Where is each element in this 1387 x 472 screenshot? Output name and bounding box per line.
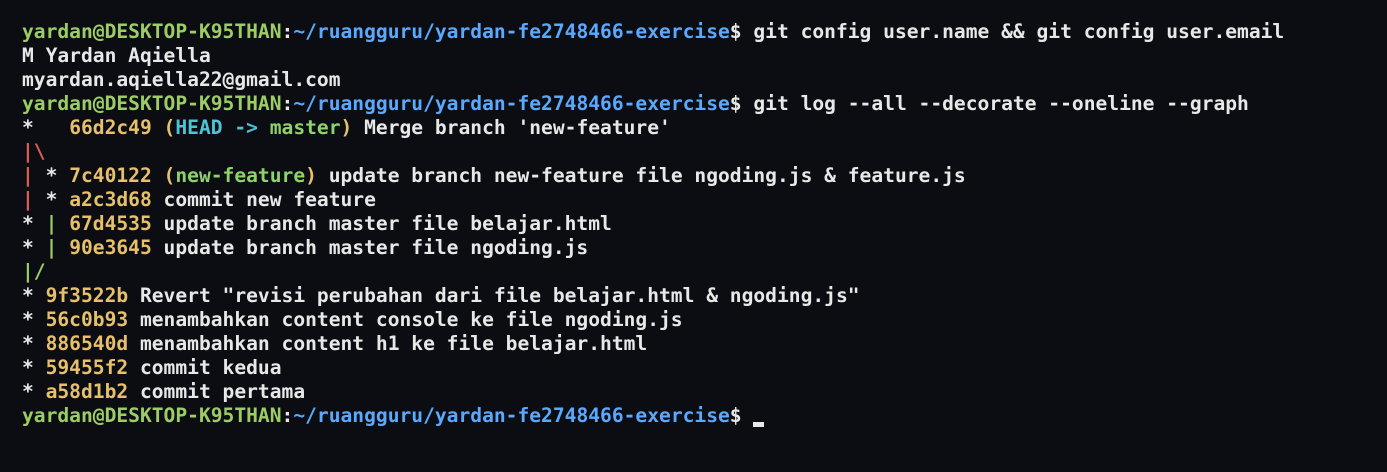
commit-message: commit kedua	[128, 356, 282, 379]
ref-head: HEAD ->	[175, 116, 270, 139]
commit-hash: 9f3522b	[45, 284, 129, 307]
commit-message: update branch new-feature file ngoding.j…	[316, 164, 966, 187]
output-user-name: M Yardan Aqiella	[22, 44, 211, 67]
log-graph: *	[33, 188, 70, 211]
log-line: * | 67d4535 update branch master file be…	[22, 212, 1387, 236]
refs-open: (	[151, 116, 176, 139]
ref-branch: master	[269, 116, 341, 139]
prompt-user-host: yardan@DESKTOP-K95THAN	[22, 404, 282, 427]
prompt-line-3[interactable]: yardan@DESKTOP-K95THAN:~/ruangguru/yarda…	[22, 404, 1387, 428]
commit-hash: 886540d	[45, 332, 129, 355]
log-graph: *	[22, 308, 46, 331]
log-graph: *	[22, 212, 46, 235]
log-line: | * a2c3d68 commit new feature	[22, 188, 1387, 212]
prompt-dollar: $	[729, 92, 742, 115]
prompt-user-host: yardan@DESKTOP-K95THAN	[22, 20, 282, 43]
log-line: * 9f3522b Revert "revisi perubahan dari …	[22, 284, 1387, 308]
refs-close: )	[340, 116, 353, 139]
commit-message: commit pertama	[128, 380, 306, 403]
prompt-path: ~/ruangguru/yardan-fe2748466-exercise	[293, 404, 730, 427]
commit-hash: 66d2c49	[69, 116, 152, 139]
commit-hash: 56c0b93	[45, 308, 129, 331]
prompt-path: ~/ruangguru/yardan-fe2748466-exercise	[293, 20, 730, 43]
log-graph: |/	[22, 260, 46, 283]
log-graph-space	[57, 212, 69, 235]
commit-message: update branch master file belajar.html	[151, 212, 612, 235]
prompt-colon: :	[281, 92, 294, 115]
log-line: * 56c0b93 menambahkan content console ke…	[22, 308, 1387, 332]
log-graph: *	[22, 236, 46, 259]
log-line: * 886540d menambahkan content h1 ke file…	[22, 332, 1387, 356]
log-graph: *	[22, 116, 70, 139]
commit-hash: 90e3645	[69, 236, 152, 259]
log-line: * a58d1b2 commit pertama	[22, 380, 1387, 404]
log-graph-branch: |	[45, 212, 58, 235]
log-graph: *	[22, 332, 46, 355]
ref-branch: new-feature	[175, 164, 306, 187]
terminal-window[interactable]: yardan@DESKTOP-K95THAN:~/ruangguru/yarda…	[0, 0, 1387, 472]
prompt-colon: :	[281, 20, 294, 43]
cursor[interactable]	[753, 422, 765, 427]
commit-message: Revert "revisi perubahan dari file belaj…	[128, 284, 860, 307]
command-input[interactable]	[742, 404, 754, 427]
commit-message: update branch master file ngoding.js	[151, 236, 589, 259]
output-user-email: myardan.aqiella22@gmail.com	[22, 68, 341, 91]
refs-open: (	[151, 164, 176, 187]
log-graph-branch: |	[22, 188, 34, 211]
log-graph: |\	[22, 140, 46, 163]
commit-message: menambahkan content console ke file ngod…	[128, 308, 683, 331]
prompt-line-1: yardan@DESKTOP-K95THAN:~/ruangguru/yarda…	[22, 20, 1387, 44]
log-line: * 59455f2 commit kedua	[22, 356, 1387, 380]
log-graph-branch: |	[45, 236, 58, 259]
log-graph: *	[22, 356, 46, 379]
refs-close: )	[305, 164, 317, 187]
prompt-colon: :	[281, 404, 294, 427]
commit-hash: 7c40122	[69, 164, 152, 187]
log-graph-branch: |	[22, 164, 34, 187]
commit-hash: 59455f2	[45, 356, 129, 379]
commit-message: menambahkan content h1 ke file belajar.h…	[128, 332, 648, 355]
prompt-path: ~/ruangguru/yardan-fe2748466-exercise	[293, 92, 730, 115]
command-text: git config user.name && git config user.…	[741, 20, 1285, 43]
prompt-user-host: yardan@DESKTOP-K95THAN	[22, 92, 282, 115]
log-graph: *	[22, 380, 46, 403]
commit-hash: a2c3d68	[69, 188, 152, 211]
commit-message: commit new feature	[151, 188, 376, 211]
commit-hash: 67d4535	[69, 212, 152, 235]
prompt-dollar: $	[729, 404, 742, 427]
commit-message: Merge branch 'new-feature'	[352, 116, 671, 139]
log-line: | * 7c40122 (new-feature) update branch …	[22, 164, 1387, 188]
log-graph-space	[57, 236, 69, 259]
log-line: |/	[22, 260, 1387, 284]
log-graph: *	[33, 164, 70, 187]
log-graph: *	[22, 284, 46, 307]
log-line: * 66d2c49 (HEAD -> master) Merge branch …	[22, 116, 1387, 140]
log-line: |\	[22, 140, 1387, 164]
prompt-line-2: yardan@DESKTOP-K95THAN:~/ruangguru/yarda…	[22, 92, 1387, 116]
command-text: git log --all --decorate --oneline --gra…	[741, 92, 1249, 115]
log-line: * | 90e3645 update branch master file ng…	[22, 236, 1387, 260]
prompt-dollar: $	[729, 20, 742, 43]
commit-hash: a58d1b2	[45, 380, 129, 403]
